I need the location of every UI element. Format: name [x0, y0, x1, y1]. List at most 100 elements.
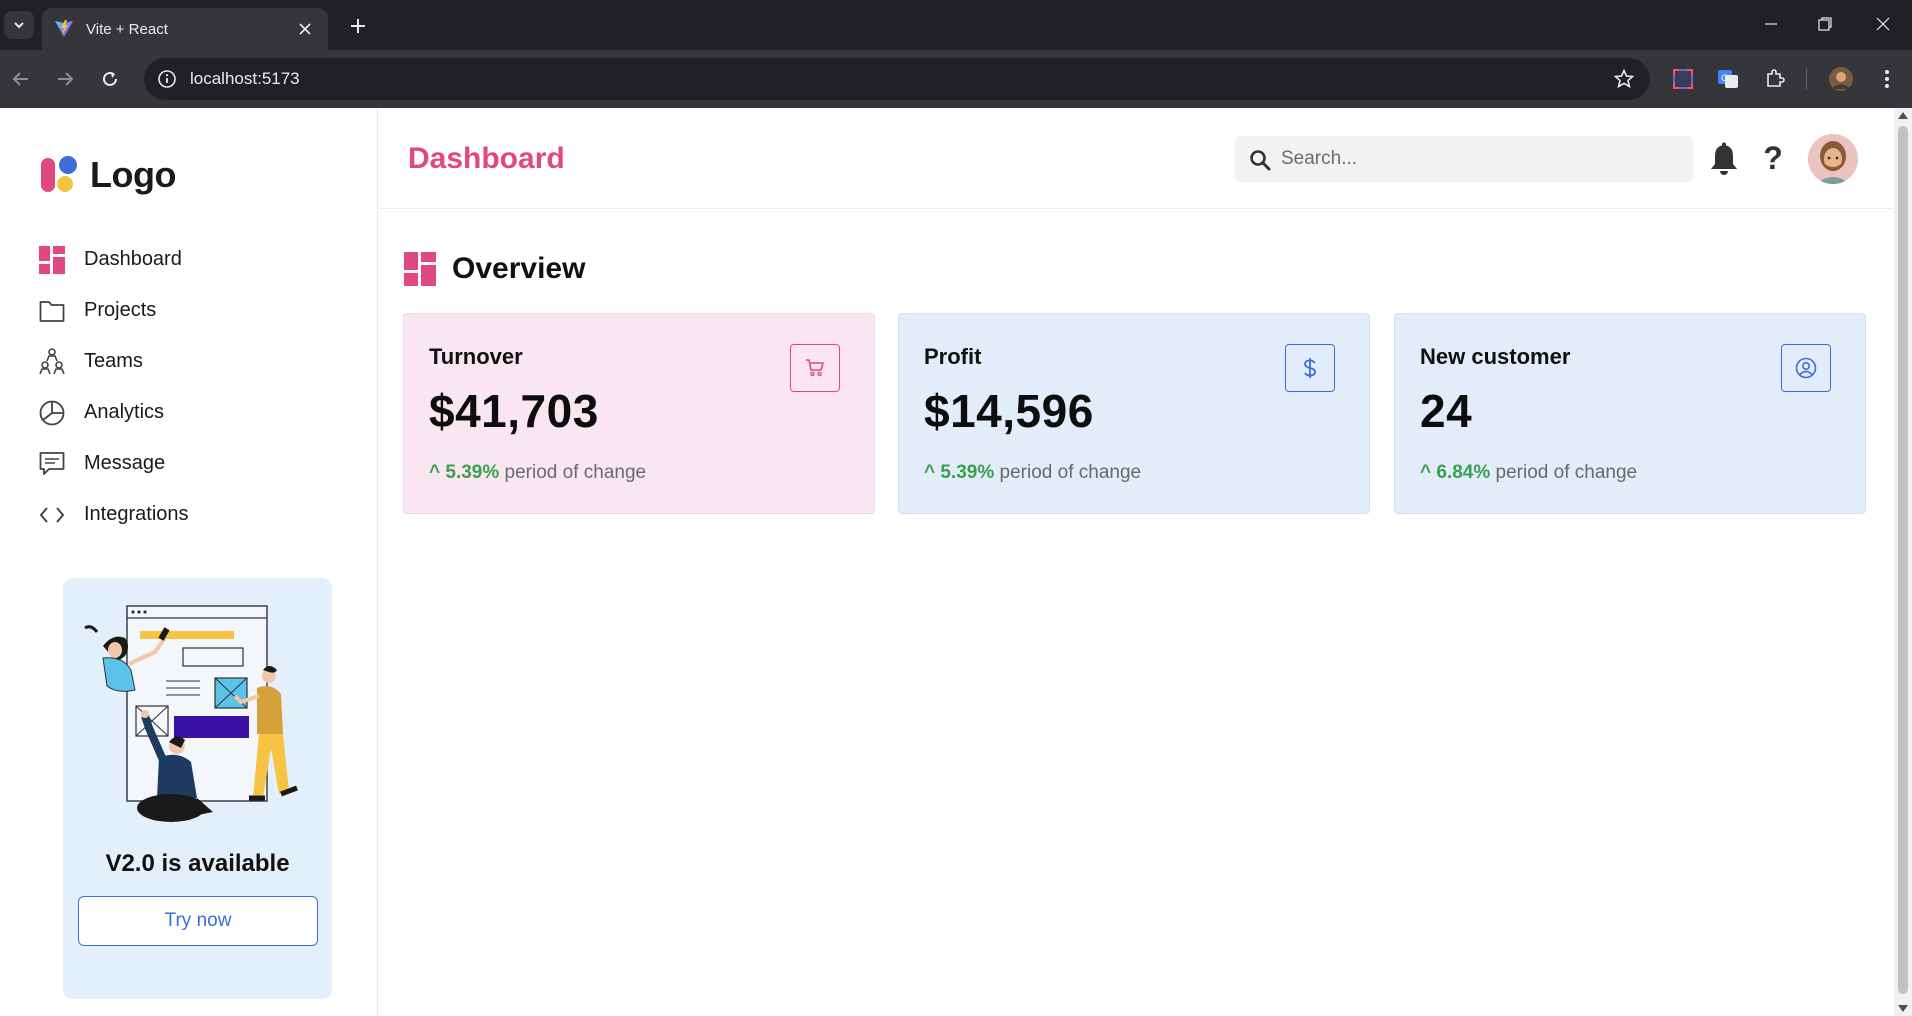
overview-heading: Overview: [404, 252, 585, 286]
tab-strip: Vite + React: [0, 0, 1912, 50]
stat-card-turnover: Turnover $41,703 ^ 5.39% period of chang…: [403, 313, 875, 514]
restore-button[interactable]: [1802, 8, 1848, 40]
scroll-down-arrow-icon[interactable]: [1898, 1005, 1908, 1012]
search-icon: [1250, 150, 1271, 171]
card-change: ^ 5.39% period of change: [429, 462, 646, 484]
sidebar-item-label: Message: [84, 452, 166, 474]
browser-chrome: Vite + React localhost:5173 G: [0, 0, 1912, 108]
extensions-puzzle-icon[interactable]: [1760, 64, 1790, 94]
change-percent: 5.39%: [940, 462, 995, 483]
upgrade-promo-card: V2.0 is available Try now: [63, 578, 332, 999]
change-suffix: period of change: [1490, 462, 1638, 483]
sidebar: Logo Dashboard Projects Teams Analytics …: [0, 108, 378, 1016]
user-circle-icon: [1795, 357, 1817, 379]
promo-title: V2.0 is available: [105, 850, 290, 877]
change-prefix: ^: [924, 462, 941, 483]
url-text: localhost:5173: [190, 69, 300, 88]
change-percent: 6.84%: [1436, 462, 1491, 483]
logo[interactable]: Logo: [40, 154, 176, 196]
card-icon-button[interactable]: [1285, 344, 1335, 392]
browser-tab[interactable]: Vite + React: [42, 8, 328, 50]
sidebar-item-label: Analytics: [84, 401, 165, 423]
svg-text:G: G: [1721, 74, 1728, 84]
translate-extension-icon[interactable]: G: [1713, 64, 1743, 94]
change-suffix: period of change: [499, 462, 647, 483]
sidebar-item-label: Integrations: [84, 503, 189, 525]
cart-icon: [806, 359, 824, 377]
dashboard-icon: [38, 245, 66, 274]
message-icon: [38, 450, 66, 478]
card-label: New customer: [1420, 344, 1571, 369]
arrow-left-icon: [12, 72, 28, 86]
chevron-down-icon: [14, 22, 24, 29]
logo-text: Logo: [90, 154, 176, 195]
dashboard-icon: [404, 252, 436, 286]
profile-avatar-icon[interactable]: [1826, 64, 1856, 94]
search-box[interactable]: [1235, 136, 1693, 182]
plus-icon: [351, 19, 365, 33]
card-value: $14,596: [924, 385, 1094, 437]
arrow-right-icon: [58, 72, 74, 86]
screenshot-extension-icon[interactable]: [1668, 64, 1698, 94]
sidebar-item-teams[interactable]: Teams: [38, 336, 189, 387]
restore-icon: [1818, 17, 1832, 31]
team-illustration: [84, 605, 298, 822]
card-icon-button[interactable]: [790, 344, 840, 392]
scroll-up-arrow-icon[interactable]: [1898, 112, 1908, 119]
browser-toolbar: localhost:5173 G: [0, 50, 1912, 108]
sidebar-item-analytics[interactable]: Analytics: [38, 387, 189, 438]
sidebar-item-message[interactable]: Message: [38, 438, 189, 489]
help-icon[interactable]: ?: [1758, 140, 1788, 176]
change-suffix: period of change: [994, 462, 1142, 483]
bookmark-star-icon[interactable]: [1612, 67, 1636, 91]
back-button[interactable]: [6, 64, 36, 94]
minimize-icon: [1765, 23, 1777, 25]
user-avatar[interactable]: [1808, 134, 1858, 184]
try-now-button[interactable]: Try now: [78, 896, 318, 946]
teams-icon: [38, 347, 66, 376]
sidebar-item-integrations[interactable]: Integrations: [38, 489, 189, 540]
browser-menu-icon[interactable]: [1872, 64, 1902, 94]
card-icon-button[interactable]: [1781, 344, 1831, 392]
sidebar-item-projects[interactable]: Projects: [38, 285, 189, 336]
site-info-icon[interactable]: [156, 68, 178, 90]
address-bar[interactable]: localhost:5173: [144, 58, 1650, 100]
notifications-bell-icon[interactable]: [1708, 142, 1740, 176]
close-icon: [1876, 17, 1890, 31]
top-header: Dashboard ?: [378, 108, 1894, 209]
minimize-button[interactable]: [1748, 8, 1794, 40]
logo-mark-icon: [41, 156, 77, 192]
close-icon: [299, 23, 311, 35]
card-label: Profit: [924, 344, 982, 369]
sidebar-item-dashboard[interactable]: Dashboard: [38, 234, 189, 285]
card-value: 24: [1420, 385, 1473, 437]
sidebar-menu: Dashboard Projects Teams Analytics Messa…: [38, 234, 189, 540]
tab-search-button[interactable]: [4, 11, 34, 39]
reload-button[interactable]: [95, 64, 125, 94]
dollar-icon: [1304, 358, 1316, 378]
change-prefix: ^: [1420, 462, 1437, 483]
sidebar-item-label: Teams: [84, 350, 143, 372]
code-icon: [38, 501, 66, 529]
change-percent: 5.39%: [445, 462, 500, 483]
search-input[interactable]: [1281, 136, 1681, 182]
card-value: $41,703: [429, 385, 599, 437]
vite-logo-icon: [55, 20, 73, 37]
toolbar-separator: [1806, 68, 1807, 90]
card-label: Turnover: [429, 344, 523, 369]
reload-icon: [103, 71, 117, 86]
card-change: ^ 5.39% period of change: [924, 462, 1141, 484]
close-window-button[interactable]: [1860, 8, 1906, 40]
tab-close-button[interactable]: [294, 18, 316, 40]
sidebar-item-label: Dashboard: [84, 248, 182, 270]
new-tab-button[interactable]: [344, 12, 372, 40]
app-page: Logo Dashboard Projects Teams Analytics …: [0, 108, 1894, 1016]
folder-icon: [38, 297, 66, 325]
scroll-thumb[interactable]: [1898, 126, 1908, 994]
forward-button[interactable]: [50, 64, 80, 94]
change-prefix: ^: [429, 462, 446, 483]
page-title: Dashboard: [408, 142, 565, 175]
stat-card-profit: Profit $14,596 ^ 5.39% period of change: [898, 313, 1370, 514]
page-scrollbar[interactable]: [1894, 108, 1912, 1016]
tab-title: Vite + React: [86, 20, 168, 38]
